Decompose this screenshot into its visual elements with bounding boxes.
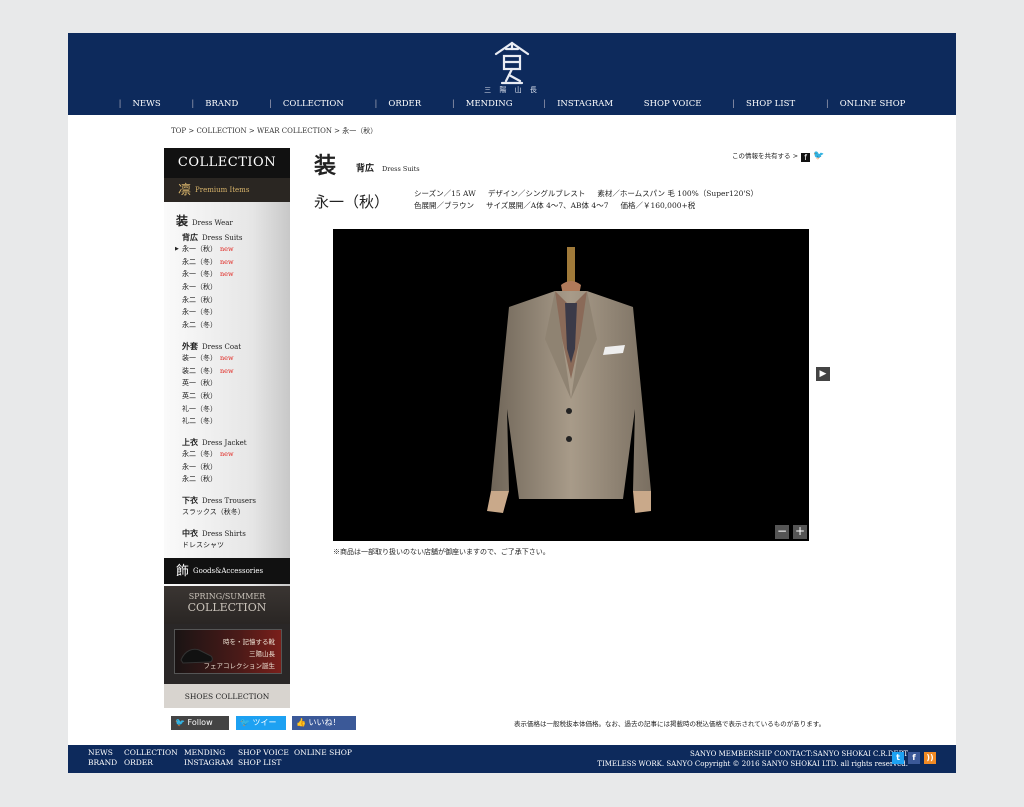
footer-online-shop[interactable]: ONLINE SHOP bbox=[294, 748, 352, 758]
global-nav: | NEWS | BRAND | COLLECTION | ORDER | MENDING… bbox=[68, 99, 956, 109]
product-image-viewer[interactable]: − + bbox=[333, 229, 809, 541]
sidebar-item[interactable]: 英一（秋） bbox=[164, 377, 290, 390]
footer-brand[interactable]: BRAND bbox=[88, 758, 117, 768]
product-name: 永一（秋） bbox=[314, 193, 390, 211]
footer-news[interactable]: NEWS bbox=[88, 748, 117, 758]
zoom-out-button[interactable]: − bbox=[775, 525, 789, 539]
crumb-wear-collection[interactable]: WEAR COLLECTION bbox=[257, 127, 332, 135]
premium-kanji: 凛 bbox=[178, 183, 192, 198]
page-frame: 三 陽 山 長 | NEWS | BRAND | COLLECTION | ORDER … bbox=[68, 33, 956, 773]
sidebar-item[interactable]: 永一（秋） bbox=[164, 281, 290, 294]
twitter-icon: 🐦 bbox=[240, 718, 250, 727]
shoes-collection-link[interactable]: SHOES COLLECTION bbox=[164, 684, 290, 708]
footer-membership-contact[interactable]: SANYO MEMBERSHIP CONTACT:SANYO SHOKAI C.… bbox=[597, 749, 908, 759]
tweet-button[interactable]: 🐦 ツイート bbox=[236, 716, 286, 741]
sidebar-item[interactable]: 永二（冬） new bbox=[164, 256, 290, 269]
sidebar-item[interactable]: ▶ 永一（秋） new bbox=[164, 243, 290, 256]
sidebar-item[interactable]: 永一（冬） bbox=[164, 306, 290, 319]
facebook-icon[interactable]: f bbox=[801, 153, 811, 162]
twitter-icon: 🐦 bbox=[175, 718, 185, 727]
new-badge: new bbox=[220, 353, 234, 362]
facebook-like-button[interactable]: 👍 いいね！ 536 bbox=[292, 716, 356, 741]
site-header: 三 陽 山 長 | NEWS | BRAND | COLLECTION | ORDER … bbox=[68, 33, 956, 115]
category-kanji: 装 bbox=[314, 153, 337, 179]
nav-instagram[interactable]: | INSTAGRAM bbox=[536, 99, 620, 109]
new-badge: new bbox=[220, 449, 234, 458]
footer-shop-list[interactable]: SHOP LIST bbox=[238, 758, 289, 768]
sidebar-groups: 背広 Dress Suits ▶ 永一（秋） new 永二（冬） new 永一（冬） new 永一… bbox=[164, 232, 290, 551]
footer-mending[interactable]: MENDING bbox=[184, 748, 233, 758]
footer-shop-voice[interactable]: SHOP VOICE bbox=[238, 748, 289, 758]
price-footnote: 表示価格は一般税抜本体価格。なお、過去の記事には掲載時の税込価格で表示されている… bbox=[514, 720, 826, 728]
sidebar-dress-wear[interactable]: 装 Dress Wear bbox=[164, 212, 290, 229]
promo-image: 時を・記憶する靴 三陽山長 フェアコレクション誕生 bbox=[174, 629, 282, 674]
new-badge: new bbox=[220, 245, 234, 253]
thumbs-up-icon: 👍 bbox=[296, 718, 306, 727]
sidebar-goods-accessories[interactable]: 飾 Goods&Accessories bbox=[164, 558, 290, 584]
sidebar-item[interactable]: 永一（冬） new bbox=[164, 268, 290, 281]
sidebar-item[interactable]: 永二（冬） new bbox=[164, 448, 290, 461]
breadcrumb: TOP > COLLECTION > WEAR COLLECTION > 永一（… bbox=[171, 127, 378, 135]
category-title: 背広 Dress Suits bbox=[356, 164, 420, 174]
suit-image bbox=[487, 247, 651, 513]
site-footer: NEWS BRAND COLLECTION ORDER MENDING INSTAGR… bbox=[68, 745, 956, 773]
twitter-follow-button[interactable]: 🐦 Follow me bbox=[171, 716, 229, 741]
sidebar-item[interactable]: 永一（秋） bbox=[164, 461, 290, 474]
sidebar-premium-items[interactable]: 凛 Premium Items bbox=[164, 178, 290, 202]
sidebar-item[interactable]: 礼二（冬） bbox=[164, 415, 290, 428]
nav-shop-list[interactable]: | SHOP LIST bbox=[725, 99, 802, 109]
copyright: TIMELESS WORK. SANYO Copyright © 2016 SA… bbox=[597, 760, 908, 768]
footer-instagram[interactable]: INSTAGRAM bbox=[184, 758, 233, 768]
sidebar-group-heading[interactable]: 背広 Dress Suits bbox=[164, 232, 290, 243]
crumb-top[interactable]: TOP bbox=[171, 127, 186, 135]
spring-summer-collection-banner[interactable]: SPRING/SUMMER COLLECTION bbox=[164, 586, 290, 624]
rss-icon[interactable]: )) bbox=[924, 752, 936, 764]
sidebar-item[interactable]: 英二（秋） bbox=[164, 390, 290, 403]
sidebar-item[interactable]: ドレスシャツ bbox=[164, 539, 290, 552]
twitter-icon[interactable]: t bbox=[892, 752, 904, 764]
sidebar-group-heading[interactable]: 外套 Dress Coat bbox=[164, 341, 290, 352]
footer-order[interactable]: ORDER bbox=[124, 758, 178, 768]
sidebar-group-heading[interactable]: 上衣 Dress Jacket bbox=[164, 437, 290, 448]
current-arrow-icon: ▶ bbox=[175, 246, 179, 252]
sidebar-item[interactable]: 装二（冬） new bbox=[164, 365, 290, 378]
nav-shop-voice[interactable]: SHOP VOICE bbox=[637, 99, 709, 109]
crumb-collection[interactable]: COLLECTION bbox=[196, 127, 246, 135]
sidebar-item[interactable]: 装一（冬） new bbox=[164, 352, 290, 365]
sidebar-title[interactable]: COLLECTION bbox=[164, 148, 290, 178]
sidebar-item[interactable]: 永二（冬） bbox=[164, 319, 290, 332]
sidebar-item[interactable]: スラックス（秋冬） bbox=[164, 506, 290, 519]
crumb-current: 永一（秋） bbox=[342, 127, 378, 135]
product-specs: シーズン／15 AW デザイン／シングルブレスト 素材／ホームスパン 毛 100%（… bbox=[414, 189, 759, 210]
footer-collection[interactable]: COLLECTION bbox=[124, 748, 178, 758]
nav-news[interactable]: | NEWS bbox=[112, 99, 168, 109]
nav-collection[interactable]: | COLLECTION bbox=[262, 99, 351, 109]
availability-note: ※商品は一部取り扱いのない店舗が御座いますので、ご了承下さい。 bbox=[333, 548, 550, 556]
sidebar-group-heading[interactable]: 下衣 Dress Trousers bbox=[164, 495, 290, 506]
sidebar-item[interactable]: 礼一（冬） bbox=[164, 403, 290, 416]
logo-text: 三 陽 山 長 bbox=[484, 86, 540, 94]
nav-online-shop[interactable]: | ONLINE SHOP bbox=[819, 99, 913, 109]
nav-brand[interactable]: | BRAND bbox=[184, 99, 245, 109]
sidebar: COLLECTION 凛 Premium Items 装 Dress Wear 背広… bbox=[164, 148, 290, 708]
zoom-in-button[interactable]: + bbox=[793, 525, 807, 539]
new-badge: new bbox=[220, 257, 234, 266]
shoes-promo-banner[interactable]: 時を・記憶する靴 三陽山長 フェアコレクション誕生 bbox=[164, 624, 290, 684]
next-image-button[interactable]: ▶ bbox=[816, 367, 830, 381]
facebook-icon[interactable]: f bbox=[908, 752, 920, 764]
new-badge: new bbox=[220, 270, 234, 279]
share-bar: この情報を共有する > f 🐦 bbox=[732, 151, 825, 162]
nav-order[interactable]: | ORDER bbox=[367, 99, 428, 109]
sidebar-group-heading[interactable]: 中衣 Dress Shirts bbox=[164, 528, 290, 539]
nav-mending[interactable]: | MENDING bbox=[445, 99, 520, 109]
sidebar-item[interactable]: 永二（秋） bbox=[164, 294, 290, 307]
twitter-icon[interactable]: 🐦 bbox=[813, 151, 824, 161]
new-badge: new bbox=[220, 366, 234, 375]
sidebar-item[interactable]: 永二（秋） bbox=[164, 473, 290, 486]
